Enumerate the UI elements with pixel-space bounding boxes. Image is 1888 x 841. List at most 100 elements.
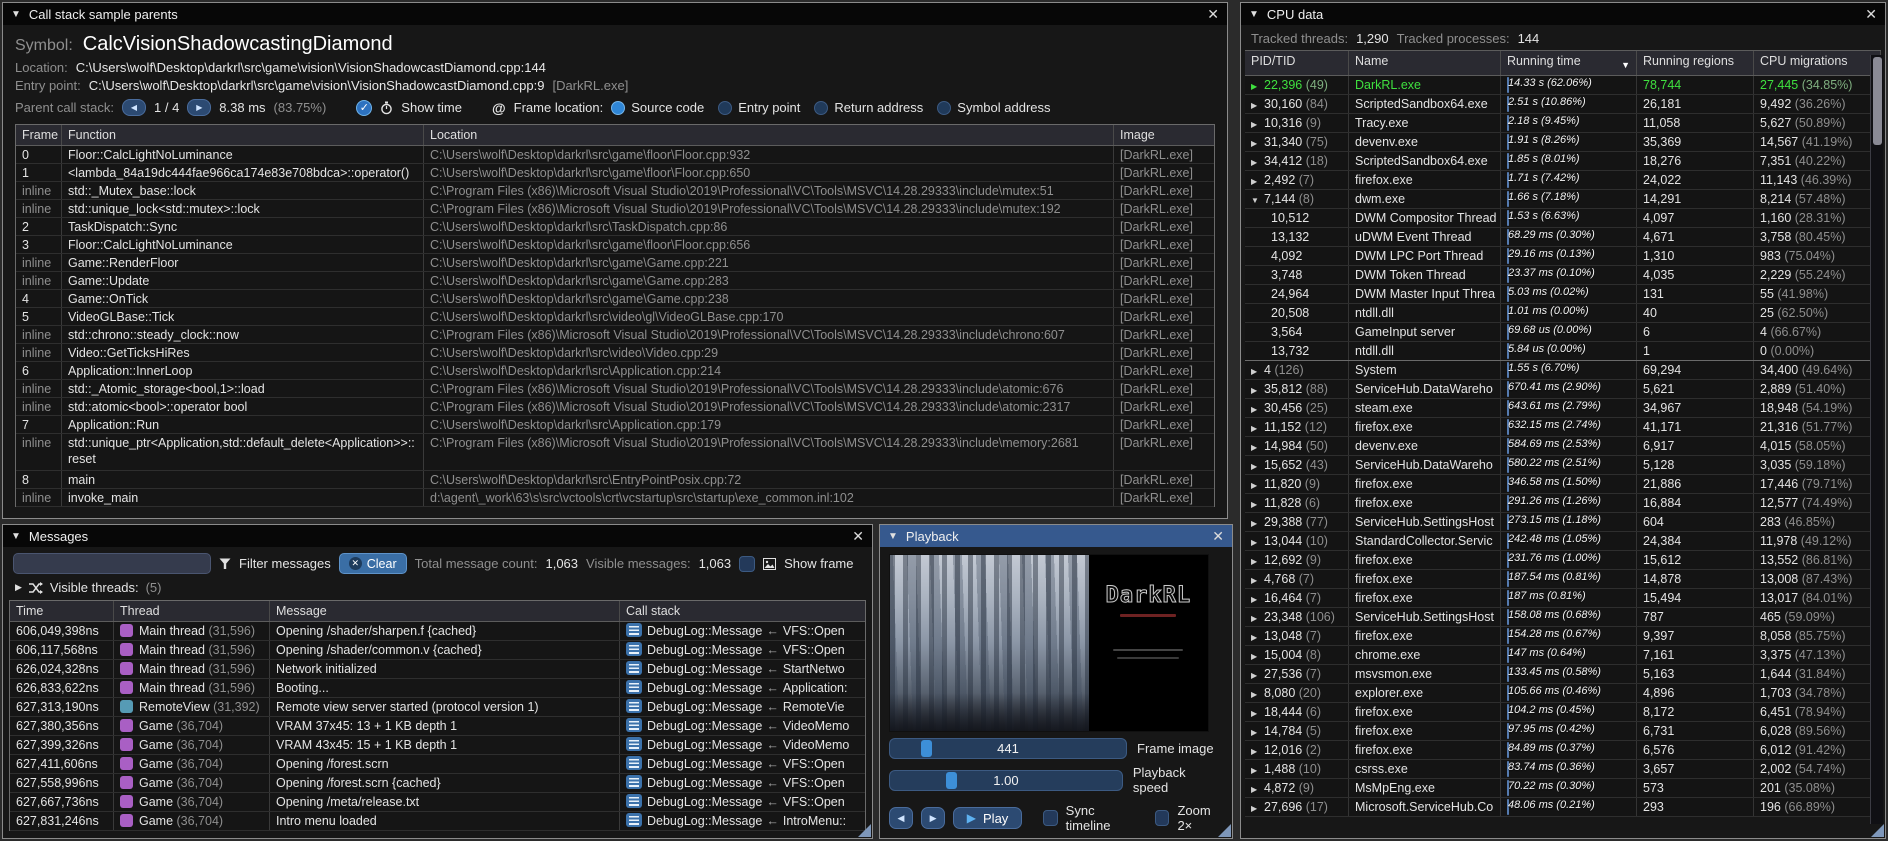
column-header[interactable]: Name [1349, 51, 1501, 75]
cpu-process-row[interactable]: ▶4,768 (7)firefox.exe187.54 ms (0.81%)14… [1245, 570, 1881, 589]
cpu-process-row[interactable]: ▶12,016 (2)firefox.exe84.89 ms (0.37%)6,… [1245, 741, 1881, 760]
expand-row-icon[interactable]: ▶ [1251, 610, 1264, 626]
callstack-row[interactable]: 0Floor::CalcLightNoLuminanceC:\Users\wol… [16, 146, 1214, 164]
callstack-row[interactable]: inlineinvoke_maind:\agent\_work\63\s\src… [16, 489, 1214, 507]
clear-button[interactable]: ✕ Clear [339, 553, 407, 574]
close-icon[interactable]: ✕ [1865, 7, 1877, 21]
cpu-process-row[interactable]: ▶27,536 (7)msvsmon.exe133.45 ms (0.58%)5… [1245, 665, 1881, 684]
callstack-row[interactable]: 8mainC:\Users\wolf\Desktop\darkrl\src\En… [16, 471, 1214, 489]
callstack-row[interactable]: 1<lambda_84a19dc444fae966ca174e83e708bdc… [16, 164, 1214, 182]
message-row[interactable]: 606,117,568nsMain thread (31,596)Opening… [10, 641, 865, 660]
cpu-process-row[interactable]: ▶13,048 (7)firefox.exe154.28 ms (0.67%)9… [1245, 627, 1881, 646]
resize-grip[interactable] [1218, 824, 1231, 837]
message-row[interactable]: 627,831,246nsGame (36,704)Intro menu loa… [10, 812, 865, 831]
expand-row-icon[interactable]: ▶ [1251, 154, 1264, 170]
cpu-process-row[interactable]: ▶30,456 (25)steam.exe643.61 ms (2.79%)34… [1245, 399, 1881, 418]
cpu-process-row[interactable]: ▶11,820 (9)firefox.exe346.58 ms (1.50%)2… [1245, 475, 1881, 494]
expand-row-icon[interactable]: ▶ [1251, 401, 1264, 417]
column-header[interactable]: Call stack [620, 601, 865, 621]
location-value[interactable]: C:\Users\wolf\Desktop\darkrl\src\game\vi… [76, 60, 546, 75]
callstack-list-icon[interactable] [626, 737, 642, 751]
cpu-process-row[interactable]: ▶12,692 (9)firefox.exe231.76 ms (1.00%)1… [1245, 551, 1881, 570]
zoom-2x-checkbox[interactable] [1155, 810, 1169, 826]
column-header[interactable]: Thread [114, 601, 270, 621]
cpu-process-row[interactable]: ▶18,444 (6)firefox.exe104.2 ms (0.45%)8,… [1245, 703, 1881, 722]
entry-point-value[interactable]: C:\Users\wolf\Desktop\darkrl\src\game\vi… [89, 78, 545, 93]
callstack-row[interactable]: 5VideoGLBase::TickC:\Users\wolf\Desktop\… [16, 308, 1214, 326]
expand-row-icon[interactable]: ▶ [1251, 363, 1264, 379]
message-row[interactable]: 627,411,606nsGame (36,704)Opening /fores… [10, 755, 865, 774]
expand-row-icon[interactable]: ▶ [1251, 572, 1264, 588]
callstack-row[interactable]: inlinestd::unique_ptr<Application,std::d… [16, 434, 1214, 471]
close-icon[interactable]: ✕ [852, 529, 864, 543]
step-back-button[interactable]: ◀ [889, 807, 913, 829]
cpu-process-row[interactable]: ▼7,144 (8)dwm.exe1.66 s (7.18%)14,2918,2… [1245, 190, 1881, 209]
expand-row-icon[interactable]: ▶ [1251, 553, 1264, 569]
expand-row-icon[interactable]: ▶ [1251, 743, 1264, 759]
cpu-process-row[interactable]: ▶14,984 (50)devenv.exe584.69 ms (2.53%)6… [1245, 437, 1881, 456]
expand-row-icon[interactable]: ▶ [1251, 686, 1264, 702]
callstack-list-icon[interactable] [626, 661, 642, 675]
cpu-process-row[interactable]: ▶15,004 (8)chrome.exe147 ms (0.64%)7,161… [1245, 646, 1881, 665]
cpu-table-header[interactable]: PID/TIDNameRunning time▼Running regionsC… [1245, 51, 1881, 76]
cpu-thread-row[interactable]: 13,732 ntdll.dll5.84 us (0.00%)10 (0.00%… [1245, 342, 1881, 361]
collapse-icon[interactable]: ▼ [11, 9, 21, 20]
radio-icon[interactable] [937, 101, 951, 115]
messages-table-header[interactable]: TimeThreadMessageCall stack [10, 601, 865, 622]
callstack-list-icon[interactable] [626, 623, 642, 637]
cpu-process-row[interactable]: ▶4,872 (9)MsMpEng.exe70.22 ms (0.30%)573… [1245, 779, 1881, 798]
radio-icon[interactable] [611, 101, 625, 115]
close-icon[interactable]: ✕ [1207, 7, 1219, 21]
column-header[interactable]: Image [1114, 125, 1214, 145]
callstack-row[interactable]: 6Application::InnerLoopC:\Users\wolf\Des… [16, 362, 1214, 380]
visible-threads-label[interactable]: Visible threads: [50, 580, 139, 595]
callstack-row[interactable]: 2TaskDispatch::SyncC:\Users\wolf\Desktop… [16, 218, 1214, 236]
cpu-process-row[interactable]: ▶31,340 (75)devenv.exe1.91 s (8.26%)35,3… [1245, 133, 1881, 152]
collapse-icon[interactable]: ▼ [1249, 9, 1259, 20]
expand-threads-icon[interactable]: ▶ [15, 582, 22, 593]
cpu-thread-row[interactable]: 20,508 ntdll.dll1.01 ms (0.00%)4025 (62.… [1245, 304, 1881, 323]
frame-location-radio-symbol-address[interactable]: Symbol address [937, 100, 1050, 115]
cpu-process-row[interactable]: ▶16,464 (7)firefox.exe187 ms (0.81%)15,4… [1245, 589, 1881, 608]
callstack-list-icon[interactable] [626, 642, 642, 656]
resize-grip[interactable] [858, 824, 871, 837]
radio-icon[interactable] [814, 101, 828, 115]
collapse-icon[interactable]: ▼ [11, 531, 21, 542]
callstack-row[interactable]: 4Game::OnTickC:\Users\wolf\Desktop\darkr… [16, 290, 1214, 308]
cpu-thread-row[interactable]: 3,748 DWM Token Thread23.37 ms (0.10%)4,… [1245, 266, 1881, 285]
step-forward-button[interactable]: ▶ [921, 807, 945, 829]
expand-row-icon[interactable]: ▶ [1251, 591, 1264, 607]
cpu-process-row[interactable]: ▶23,348 (106)ServiceHub.SettingsHost158.… [1245, 608, 1881, 627]
cpu-titlebar[interactable]: ▼ CPU data ✕ [1241, 3, 1885, 25]
callstack-row[interactable]: inlinestd::atomic<bool>::operator boolC:… [16, 398, 1214, 416]
column-header[interactable]: Time [10, 601, 114, 621]
frame-location-radio-source-code[interactable]: Source code [611, 100, 704, 115]
show-frame-checkbox[interactable] [739, 556, 755, 572]
expand-row-icon[interactable]: ▶ [1251, 135, 1264, 151]
message-row[interactable]: 606,049,398nsMain thread (31,596)Opening… [10, 622, 865, 641]
cpu-process-row[interactable]: ▶8,080 (20)explorer.exe105.66 ms (0.46%)… [1245, 684, 1881, 703]
message-row[interactable]: 626,833,622nsMain thread (31,596)Booting… [10, 679, 865, 698]
cpu-process-row[interactable]: ▶11,152 (12)firefox.exe632.15 ms (2.74%)… [1245, 418, 1881, 437]
show-time-checkbox[interactable]: ✓ [356, 100, 372, 116]
cpu-thread-row[interactable]: 24,964 DWM Master Input Threa5.03 ms (0.… [1245, 285, 1881, 304]
cpu-process-row[interactable]: ▶30,160 (84)ScriptedSandbox64.exe2.51 s … [1245, 95, 1881, 114]
column-header[interactable]: Message [270, 601, 620, 621]
expand-row-icon[interactable]: ▶ [1251, 534, 1264, 550]
callstack-row[interactable]: 7Application::RunC:\Users\wolf\Desktop\d… [16, 416, 1214, 434]
column-header[interactable]: Location [424, 125, 1114, 145]
callstack-list-icon[interactable] [626, 718, 642, 732]
resize-grip[interactable] [1871, 824, 1884, 837]
expand-row-icon[interactable]: ▶ [1251, 705, 1264, 721]
cpu-thread-row[interactable]: 3,564 GameInput server69.68 us (0.00%)64… [1245, 323, 1881, 342]
expand-row-icon[interactable]: ▶ [1251, 762, 1264, 778]
column-header[interactable]: Running time▼ [1501, 51, 1637, 75]
playback-speed-slider[interactable]: 1.00 [889, 770, 1123, 791]
cpu-process-row[interactable]: ▶15,652 (43)ServiceHub.DataWareho580.22 … [1245, 456, 1881, 475]
cpu-process-row[interactable]: ▶35,812 (88)ServiceHub.DataWareho670.41 … [1245, 380, 1881, 399]
expand-row-icon[interactable]: ▶ [1251, 496, 1264, 512]
message-row[interactable]: 627,667,736nsGame (36,704)Opening /meta/… [10, 793, 865, 812]
scrollbar-thumb[interactable] [1873, 57, 1882, 145]
cpu-process-row[interactable]: ▶22,396 (49)DarkRL.exe14.33 s (62.06%)78… [1245, 76, 1881, 95]
expand-row-icon[interactable]: ▶ [1251, 724, 1264, 740]
